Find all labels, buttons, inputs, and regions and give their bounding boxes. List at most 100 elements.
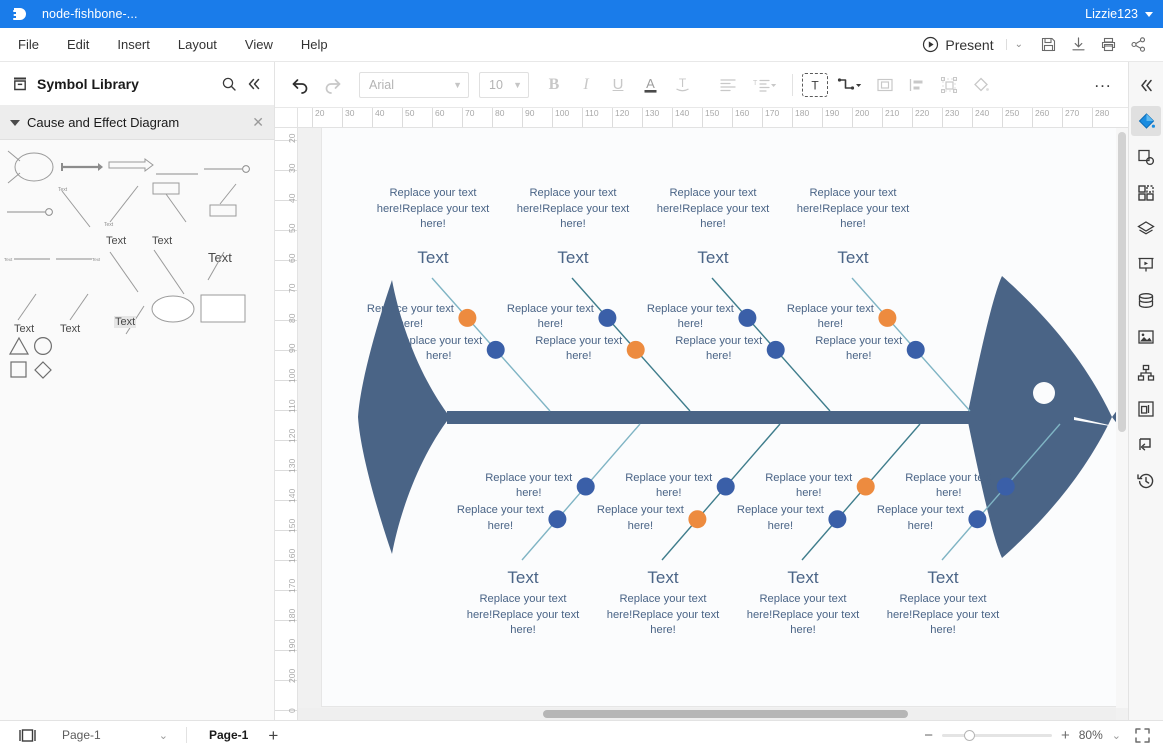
shape-box-leader-a[interactable] [152, 182, 194, 235]
branch-heading[interactable]: Text [374, 248, 492, 268]
branch-heading[interactable]: Text [604, 568, 722, 588]
branch-cause[interactable]: Replace your text here! [393, 334, 485, 365]
shape-text-label-6[interactable]: Text [114, 316, 136, 328]
font-size-select[interactable]: 10 ▼ [479, 72, 529, 98]
vertical-scrollbar[interactable] [1116, 128, 1128, 708]
fishbone-cause-dot[interactable] [878, 309, 896, 327]
fishbone-cause-dot[interactable] [598, 309, 616, 327]
branch-heading[interactable]: Text [744, 568, 862, 588]
branch-caption[interactable]: Replace your text here!Replace your text… [744, 592, 862, 639]
redo-button[interactable] [317, 70, 347, 100]
shape-square[interactable] [9, 360, 29, 385]
shape-line-endpoint[interactable] [203, 161, 251, 179]
zoom-in-button[interactable]: + [1061, 728, 1070, 743]
branch-heading[interactable]: Text [654, 248, 772, 268]
collapse-panel-icon[interactable] [246, 76, 262, 92]
branch-cause[interactable]: Replace your text here! [594, 503, 686, 534]
line-spacing-button[interactable]: T [745, 70, 783, 100]
branch-cause[interactable]: Replace your text here! [874, 503, 966, 534]
grid-apps-icon[interactable] [1131, 178, 1161, 208]
download-icon[interactable] [1063, 36, 1093, 53]
image-icon[interactable] [1131, 322, 1161, 352]
connector-button[interactable] [830, 70, 868, 100]
zoom-out-button[interactable]: − [924, 728, 933, 743]
branch-cause[interactable]: Replace your text here! [734, 503, 826, 534]
font-color-button[interactable]: A [635, 70, 665, 100]
presentation-icon[interactable] [1131, 250, 1161, 280]
zoom-value[interactable]: 80% [1079, 728, 1103, 742]
text-box-button[interactable]: T [802, 73, 828, 97]
fishbone-cause-dot[interactable] [688, 510, 706, 528]
shape-fishbone-outline[interactable] [6, 145, 58, 194]
fishbone-cause-dot[interactable] [487, 341, 505, 359]
fill-bucket-icon[interactable] [1131, 106, 1161, 136]
org-chart-icon[interactable] [1131, 358, 1161, 388]
fishbone-cause-dot[interactable] [907, 341, 925, 359]
library-section-cause-effect[interactable]: Cause and Effect Diagram ✕ [0, 106, 274, 140]
close-icon[interactable]: ✕ [252, 114, 264, 131]
branch-caption[interactable]: Replace your text here!Replace your text… [374, 186, 492, 233]
shape-text-label-5[interactable]: Text [60, 323, 80, 335]
menu-insert[interactable]: Insert [103, 32, 164, 57]
branch-cause[interactable]: Replace your text here! [454, 503, 546, 534]
fill-bucket-button[interactable] [966, 70, 996, 100]
add-page-button[interactable]: + [262, 727, 284, 744]
align-left-button[interactable] [713, 70, 743, 100]
present-chevron-down-icon[interactable]: ⌄ [1006, 39, 1033, 50]
connector-route-icon[interactable] [1131, 430, 1161, 460]
branch-cause[interactable]: Replace your text here! [623, 471, 715, 502]
branch-caption[interactable]: Replace your text here!Replace your text… [884, 592, 1002, 639]
branch-cause[interactable]: Replace your text here! [644, 302, 736, 333]
expand-triangle-icon[interactable] [10, 120, 20, 126]
branch-caption[interactable]: Replace your text here!Replace your text… [794, 186, 912, 233]
shape-circle[interactable] [32, 336, 54, 361]
fit-screen-icon[interactable] [1134, 727, 1151, 744]
shape-line-endpoint-2[interactable] [6, 204, 54, 222]
page-select-dropdown[interactable]: Page-1 ⌄ [56, 728, 174, 742]
menu-file[interactable]: File [4, 32, 53, 57]
canvas-viewport[interactable]: TextReplace your text here!Replace your … [298, 128, 1128, 720]
history-icon[interactable] [1131, 466, 1161, 496]
save-icon[interactable] [1033, 36, 1063, 53]
branch-cause[interactable]: Replace your text here! [483, 471, 575, 502]
panel-toggle-icon[interactable] [12, 727, 42, 744]
fishbone-cause-dot[interactable] [717, 478, 735, 496]
italic-button[interactable]: I [571, 70, 601, 100]
branch-cause[interactable]: Replace your text here! [763, 471, 855, 502]
page-sheet[interactable]: TextReplace your text here!Replace your … [322, 128, 1128, 706]
shape-box-leader-b[interactable] [198, 182, 246, 235]
underline-button[interactable]: U [603, 70, 633, 100]
shape-ellipse[interactable] [150, 293, 196, 330]
branch-cause[interactable]: Replace your text here! [784, 302, 876, 333]
shape-block-arrow[interactable] [108, 158, 154, 177]
branch-caption[interactable]: Replace your text here!Replace your text… [604, 592, 722, 639]
shape-diagonal-label-a[interactable]: Text [58, 185, 94, 238]
fishbone-cause-dot[interactable] [828, 510, 846, 528]
vertical-scrollbar-thumb[interactable] [1118, 132, 1126, 432]
shape-diagonal-label-b[interactable]: Text [104, 182, 142, 235]
branch-cause[interactable]: Replace your text here! [364, 302, 456, 333]
font-family-select[interactable]: Arial ▼ [359, 72, 469, 98]
shape-text-label-4[interactable]: Text [14, 323, 34, 335]
shape-rectangle[interactable] [200, 294, 246, 329]
branch-caption[interactable]: Replace your text here!Replace your text… [464, 592, 582, 639]
menu-view[interactable]: View [231, 32, 287, 57]
branch-cause[interactable]: Replace your text here! [504, 302, 596, 333]
zoom-chevron-down-icon[interactable]: ⌄ [1112, 729, 1121, 742]
database-icon[interactable] [1131, 286, 1161, 316]
layers-icon[interactable] [1131, 214, 1161, 244]
branch-caption[interactable]: Replace your text here!Replace your text… [514, 186, 632, 233]
fishbone-cause-dot[interactable] [548, 510, 566, 528]
bold-button[interactable]: B [539, 70, 569, 100]
horizontal-scrollbar[interactable] [298, 708, 1116, 720]
branch-heading[interactable]: Text [884, 568, 1002, 588]
menu-help[interactable]: Help [287, 32, 342, 57]
fishbone-cause-dot[interactable] [857, 478, 875, 496]
search-icon[interactable] [221, 76, 237, 92]
frame-icon[interactable] [1131, 394, 1161, 424]
shape-line-text-ends[interactable]: TextText [4, 252, 100, 270]
more-options-button[interactable]: ... [1088, 70, 1118, 100]
shape-arrow-double-end[interactable] [60, 160, 104, 178]
fishbone-cause-dot[interactable] [458, 309, 476, 327]
branch-heading[interactable]: Text [794, 248, 912, 268]
